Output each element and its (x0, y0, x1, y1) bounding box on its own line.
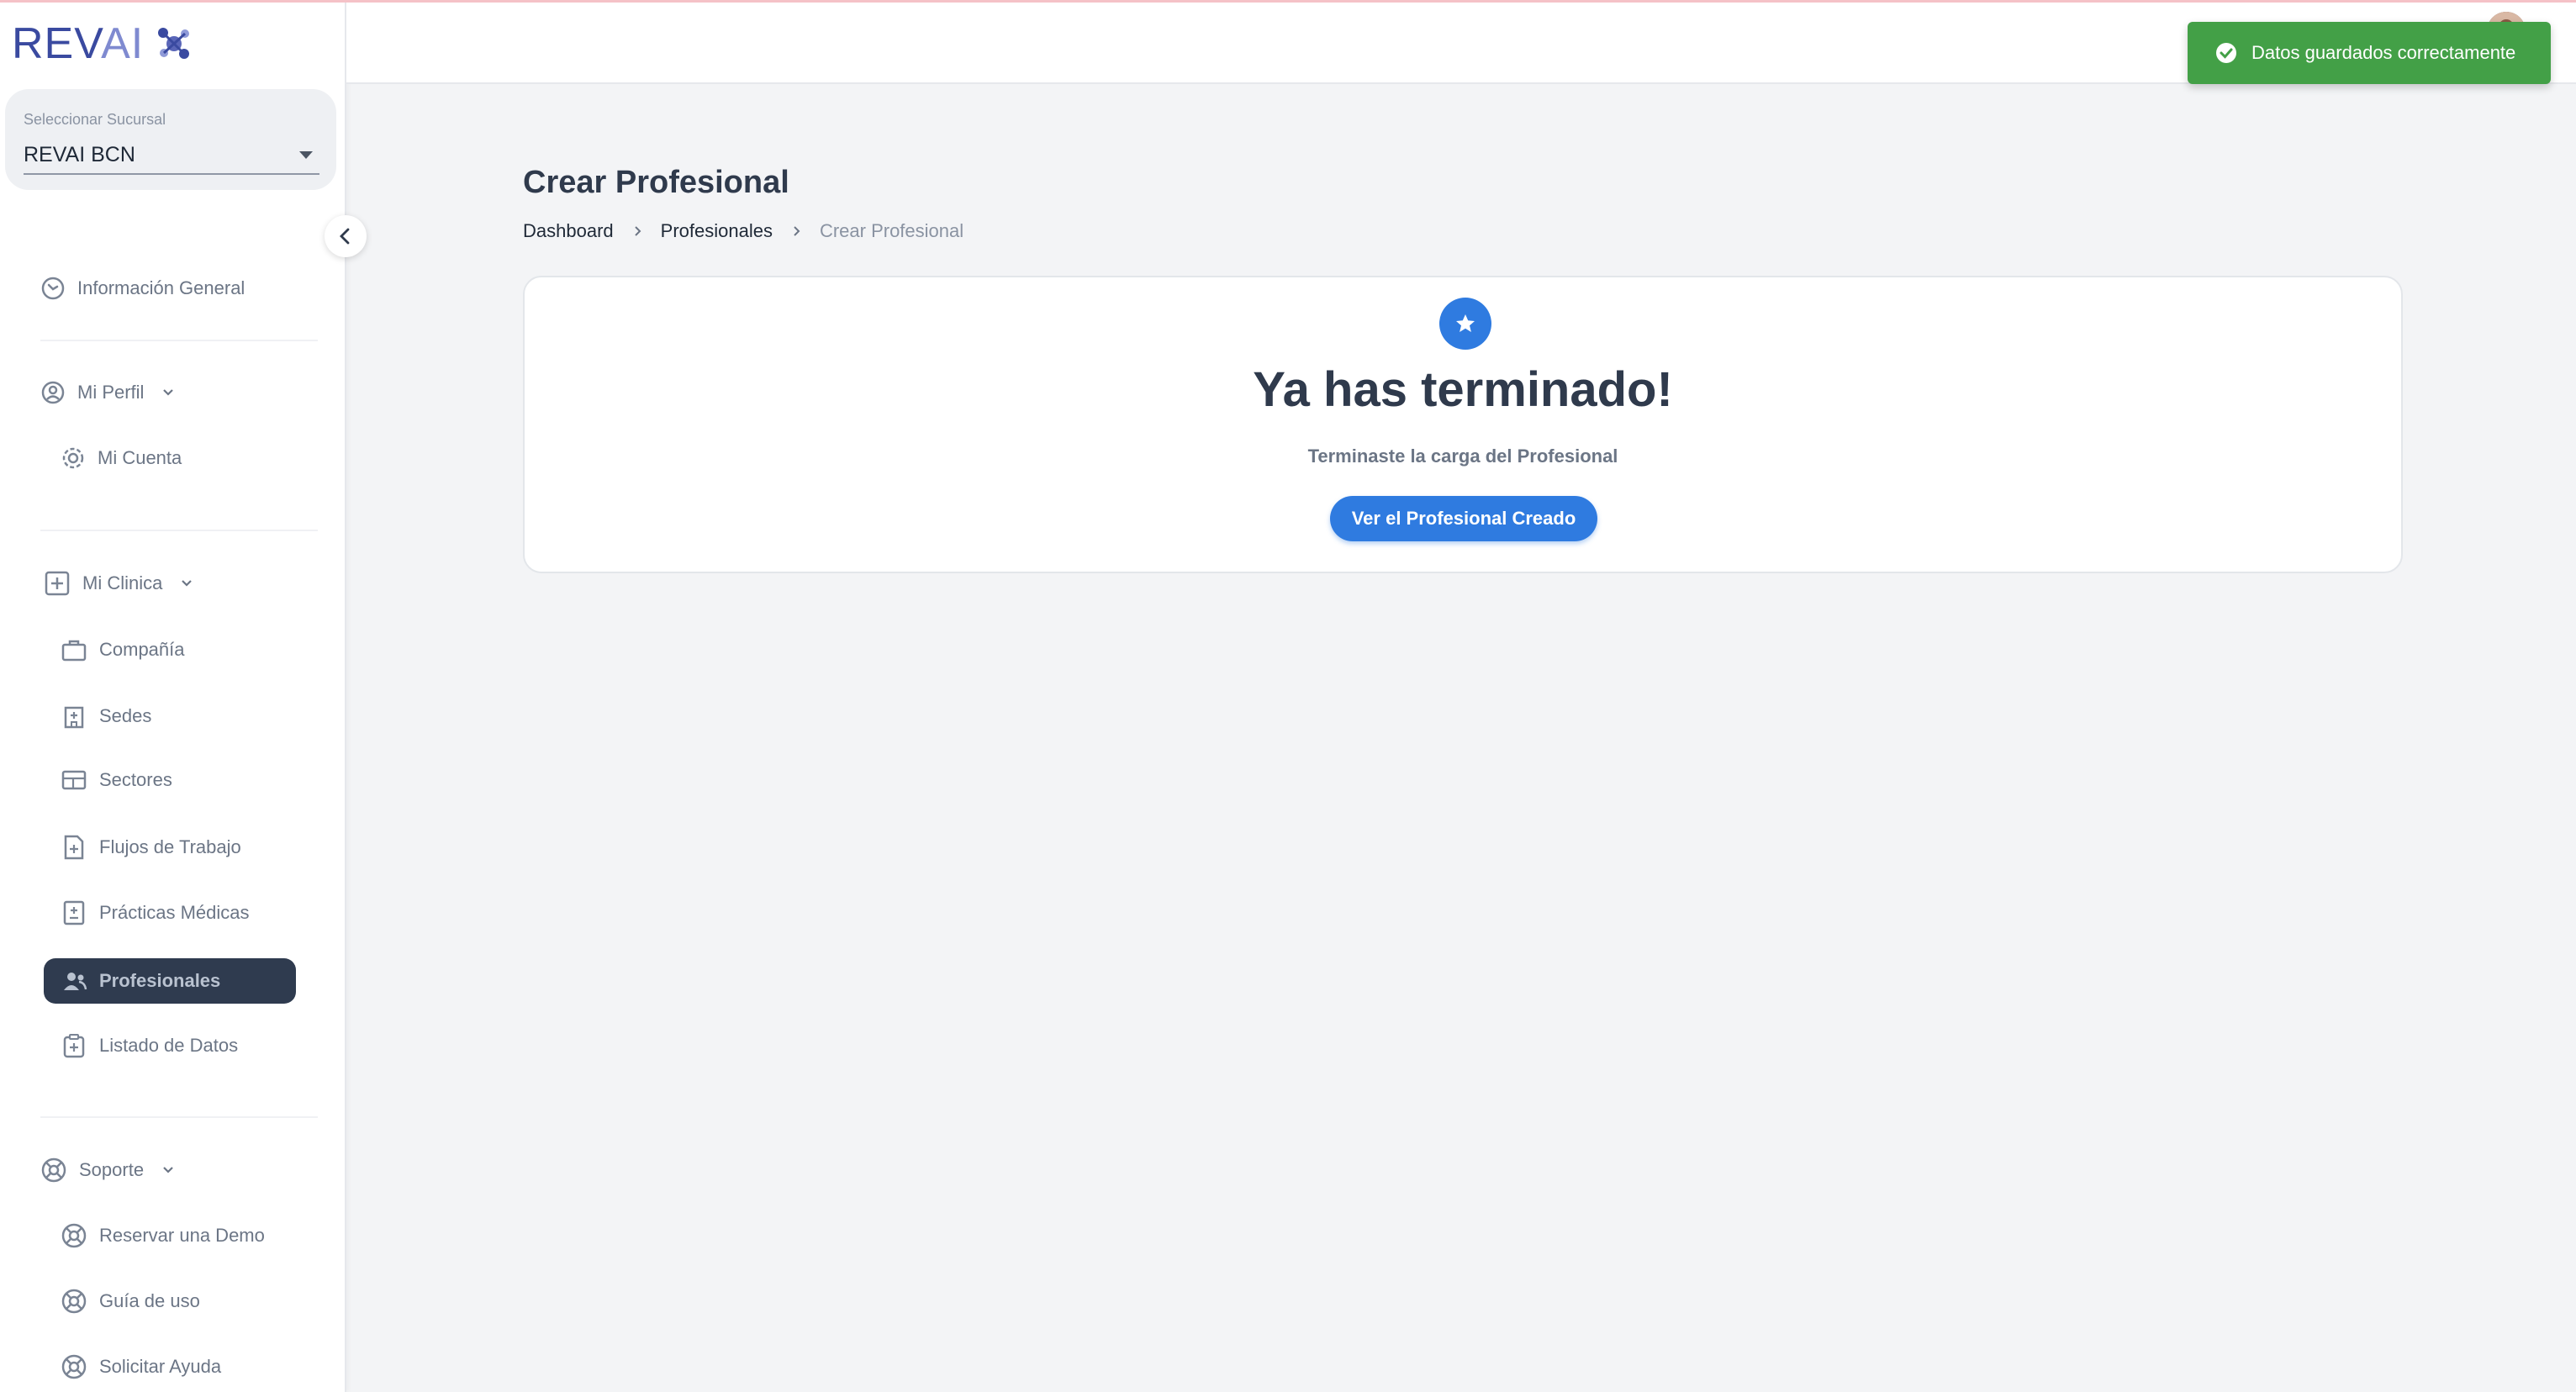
chevron-right-icon (634, 226, 641, 236)
sidebar-item-label: Profesionales (99, 970, 221, 991)
sidebar-item-sedes[interactable]: Sedes (61, 703, 151, 730)
branch-selector: Seleccionar Sucursal REVAI BCN (5, 89, 336, 190)
sidebar-group-mi-clinica[interactable]: Mi Clinica (44, 570, 194, 597)
divider (40, 340, 318, 341)
page-title: Crear Profesional (523, 165, 789, 200)
sidebar-item-flujos-de-trabajo[interactable]: Flujos de Trabajo (61, 834, 241, 861)
sidebar-item-label: Sedes (99, 705, 152, 726)
sidebar-item-informacion-general[interactable]: Información General (40, 276, 245, 301)
chevron-right-icon (794, 226, 800, 236)
lifebuoy-icon (41, 1157, 66, 1183)
chevron-left-icon (340, 228, 350, 245)
star-icon (1456, 314, 1475, 332)
sidebar-collapse-button[interactable] (325, 215, 367, 257)
sidebar-item-practicas-medicas[interactable]: Prácticas Médicas (61, 899, 250, 926)
top-accent-line (0, 0, 2576, 3)
caret-down-icon (299, 151, 313, 159)
lifebuoy-icon (61, 1289, 87, 1314)
hospital-building-icon (64, 706, 84, 729)
sidebar-item-sectores[interactable]: Sectores (61, 768, 172, 792)
sidebar-group-label: Soporte (79, 1159, 145, 1180)
sidebar-item-label: Reservar una Demo (99, 1225, 265, 1246)
sidebar-item-label: Compañía (99, 639, 185, 660)
sidebar-group-label: Mi Clinica (82, 572, 163, 593)
sidebar-item-reservar-demo[interactable]: Reservar una Demo (61, 1222, 265, 1249)
logo-mark-icon (158, 28, 190, 59)
file-plus-icon (64, 835, 84, 860)
view-professional-button[interactable]: Ver el Profesional Creado (1330, 496, 1597, 541)
breadcrumb: Dashboard Profesionales Crear Profesiona… (523, 220, 963, 242)
sidebar-item-label: Información General (77, 277, 245, 298)
chevron-down-icon (182, 580, 193, 587)
layout-icon (61, 770, 87, 790)
sidebar-item-listado-de-datos[interactable]: Listado de Datos (61, 1032, 238, 1059)
sidebar-item-label: Flujos de Trabajo (99, 836, 241, 857)
gear-icon (62, 447, 84, 469)
breadcrumb-current: Crear Profesional (819, 220, 964, 241)
lifebuoy-icon (61, 1223, 87, 1248)
sidebar-group-mi-perfil[interactable]: Mi Perfil (40, 380, 176, 405)
completion-card: Ya has terminado! Terminaste la carga de… (523, 276, 2403, 573)
plus-square-icon (45, 571, 70, 596)
sidebar: REVAI Seleccionar Sucursal REVAI BCN Inf… (0, 0, 346, 1392)
success-toast: Datos guardados correctamente (2188, 22, 2551, 84)
sidebar-item-mi-cuenta[interactable]: Mi Cuenta (61, 446, 182, 471)
completion-title: Ya has terminado! (1253, 362, 1673, 417)
brand-logo[interactable]: REVAI (12, 18, 193, 69)
chevron-down-icon (163, 389, 174, 396)
gauge-icon (41, 277, 65, 300)
branch-label: Seleccionar Sucursal (24, 111, 166, 128)
sidebar-item-label: Prácticas Médicas (99, 902, 250, 923)
toast-message: Datos guardados correctamente (2251, 42, 2516, 63)
divider (40, 530, 318, 531)
sidebar-item-label: Guía de uso (99, 1290, 200, 1311)
sidebar-item-label: Listado de Datos (99, 1035, 239, 1056)
users-icon (64, 973, 87, 990)
sidebar-item-solicitar-ayuda[interactable]: Solicitar Ayuda (61, 1353, 221, 1380)
sidebar-item-profesionales[interactable]: Profesionales (44, 958, 296, 1004)
app-root: REVAI Seleccionar Sucursal REVAI BCN Inf… (0, 0, 2576, 1392)
briefcase-icon (61, 640, 87, 662)
branch-value: REVAI BCN (24, 143, 135, 166)
sidebar-item-label: Solicitar Ayuda (99, 1356, 222, 1377)
check-circle-icon (2216, 43, 2236, 63)
sidebar-group-label: Mi Perfil (77, 382, 145, 403)
user-circle-icon (41, 381, 65, 404)
branch-select[interactable]: REVAI BCN (24, 136, 319, 175)
logo-text: REVAI (12, 19, 145, 68)
sidebar-item-label: Sectores (99, 769, 172, 790)
clipboard-plus-icon (63, 1034, 85, 1058)
breadcrumb-dashboard[interactable]: Dashboard (523, 220, 614, 242)
star-badge (1439, 298, 1491, 350)
divider (40, 1116, 318, 1118)
breadcrumb-profesionales[interactable]: Profesionales (661, 220, 773, 242)
sidebar-group-soporte[interactable]: Soporte (40, 1157, 176, 1184)
lifebuoy-icon (61, 1354, 87, 1379)
sidebar-item-label: Mi Cuenta (98, 447, 182, 468)
medical-file-icon (63, 900, 85, 925)
completion-subtitle: Terminaste la carga del Profesional (1307, 446, 1618, 467)
sidebar-item-compania[interactable]: Compañía (61, 637, 185, 662)
chevron-down-icon (163, 1167, 173, 1173)
sidebar-item-guia-de-uso[interactable]: Guía de uso (61, 1288, 200, 1315)
